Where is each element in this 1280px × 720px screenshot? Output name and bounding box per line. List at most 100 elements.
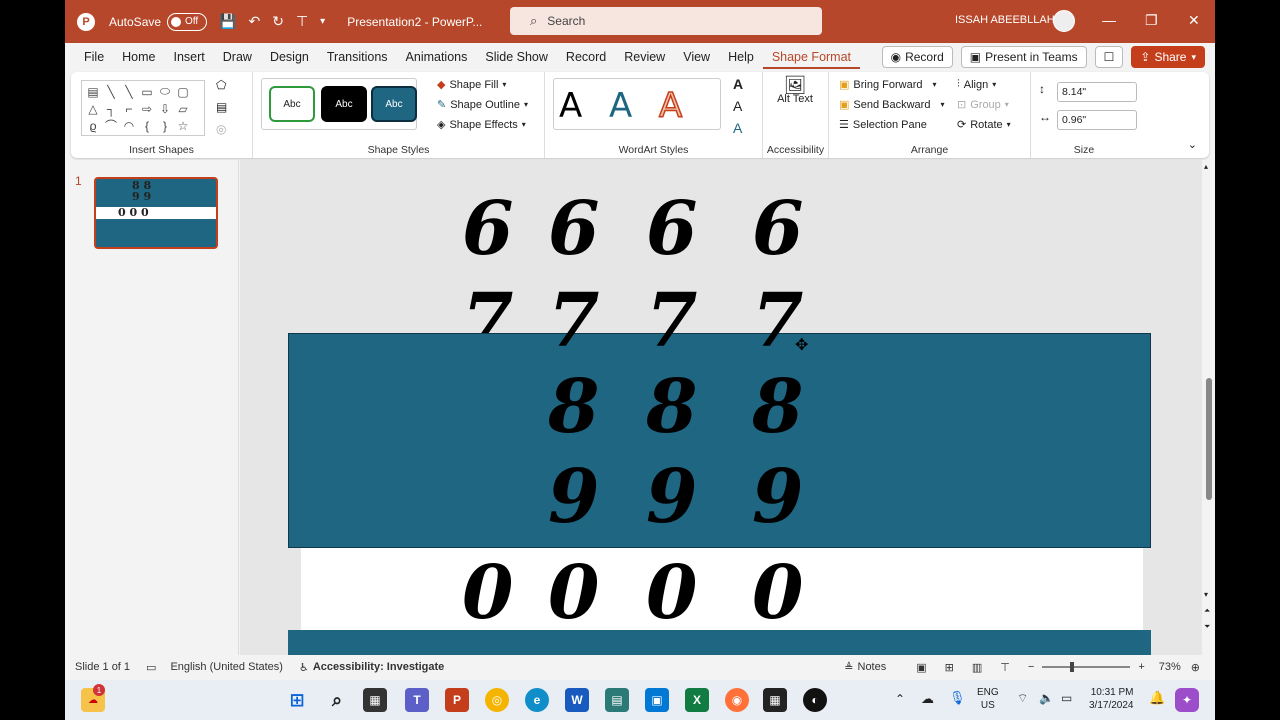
customize-toolbar-icon[interactable]: ▾ [320, 16, 325, 27]
selection-pane-button[interactable]: ☰ Selection Pane [839, 118, 944, 132]
wifi-icon[interactable]: ⌔ [1017, 691, 1028, 706]
clock[interactable]: 10:31 PM 3/17/2024 [1089, 686, 1134, 712]
connector-shape-icon[interactable]: ┐ [102, 100, 120, 117]
teams-icon[interactable]: T [405, 688, 429, 712]
slide-editing-canvas[interactable]: • 6 6 6 6 7 7 7 7 8 8 8 9 9 9 0 0 0 0 ✥ [240, 160, 1202, 655]
arc-shape-icon[interactable]: ◠ [120, 117, 138, 134]
slide-show-icon[interactable]: ⊤ [1000, 661, 1010, 674]
volume-icon[interactable]: 🔈 [1039, 691, 1054, 705]
text-outline-icon[interactable]: A [733, 98, 742, 114]
merge-shapes-icon[interactable]: ◎ [216, 122, 226, 136]
next-slide-icon[interactable]: ⏷ [1204, 622, 1210, 632]
document-title[interactable]: Presentation2 - PowerP... [347, 15, 482, 29]
previous-slide-icon[interactable]: ⏶ [1204, 606, 1210, 616]
language-indicator[interactable]: ENG US [977, 686, 999, 712]
send-backward-button[interactable]: ▣ Send Backward ▾ [839, 98, 944, 112]
arrow-down-shape-icon[interactable]: ⇩ [156, 100, 174, 117]
brace-left-shape-icon[interactable]: { [138, 117, 156, 134]
edge-icon[interactable]: e [525, 688, 549, 712]
line-shape-icon[interactable]: ╲ [102, 83, 120, 100]
tab-view[interactable]: View [674, 50, 719, 64]
zoom-in-icon[interactable]: + [1138, 661, 1144, 673]
onedrive-icon[interactable]: ☁ [921, 691, 934, 707]
search-icon[interactable]: ⌕ [325, 688, 349, 712]
teal-rectangle-shape[interactable] [288, 333, 1151, 548]
tab-slide-show[interactable]: Slide Show [476, 50, 557, 64]
present-from-start-icon[interactable]: ⊤ [296, 13, 308, 30]
tab-review[interactable]: Review [615, 50, 674, 64]
brace-right-shape-icon[interactable]: } [156, 117, 174, 134]
slide-sorter-icon[interactable]: ⊞ [945, 661, 954, 674]
slide-thumbnail[interactable]: 8 89 9 0 0 0 [94, 177, 218, 249]
snip-shape-icon[interactable]: ▱ [174, 100, 192, 117]
wordart-style-orange[interactable]: A [658, 85, 683, 127]
powerpoint-taskbar-icon[interactable]: P [445, 688, 469, 712]
text-effects-icon[interactable]: A [733, 120, 742, 136]
close-button[interactable]: ✕ [1188, 12, 1200, 29]
maximize-button[interactable]: ❐ [1145, 12, 1158, 29]
wordart-style-teal[interactable]: A [609, 86, 632, 126]
tab-home[interactable]: Home [113, 50, 164, 64]
star-shape-icon[interactable]: ☆ [174, 117, 192, 134]
tab-file[interactable]: File [75, 50, 113, 64]
style-fill-black[interactable]: Abc [321, 86, 367, 122]
share-button[interactable]: ⇪ Share ▾ [1131, 46, 1205, 68]
undo-icon[interactable]: ↶ [248, 13, 260, 30]
copilot-icon[interactable]: ✦ [1175, 688, 1199, 712]
shape-outline-button[interactable]: ✎ Shape Outline ▾ [437, 98, 528, 112]
present-in-teams-button[interactable]: ▣ Present in Teams [960, 46, 1087, 68]
word-icon[interactable]: W [565, 688, 589, 712]
shape-width-input[interactable]: 0.96" [1057, 110, 1137, 130]
curve-shape-icon[interactable]: ⌒ [102, 117, 120, 134]
notes-button[interactable]: Notes [858, 661, 887, 673]
chrome-icon[interactable]: ◎ [485, 688, 509, 712]
spelling-icon[interactable]: ▭ [146, 661, 156, 674]
arrow-right-shape-icon[interactable]: ⇨ [138, 100, 156, 117]
battery-icon[interactable]: ▭ [1061, 691, 1072, 705]
obs-icon[interactable]: ◐ [803, 688, 827, 712]
tab-record[interactable]: Record [557, 50, 615, 64]
rounded-rect-shape-icon[interactable]: ▢ [174, 83, 192, 100]
start-icon[interactable]: ⊞ [285, 688, 309, 712]
firefox-icon[interactable]: ◉ [725, 688, 749, 712]
reading-view-icon[interactable]: ▥ [972, 661, 982, 674]
comments-button[interactable]: ☐ [1094, 46, 1124, 68]
screen-tool-icon[interactable]: ▤ [605, 688, 629, 712]
avatar[interactable] [1053, 10, 1075, 32]
freeform-shape-icon[interactable]: ϱ [84, 117, 102, 134]
textbox-shape-icon[interactable]: ▤ [84, 83, 102, 100]
line2-shape-icon[interactable]: ╲ [120, 83, 138, 100]
style-outline-green[interactable]: Abc [269, 86, 315, 122]
group-button[interactable]: ⊡ Group ▾ [957, 98, 1011, 112]
align-button[interactable]: ⫶ Align ▾ [957, 78, 1011, 91]
tab-insert[interactable]: Insert [165, 50, 214, 64]
elbow-shape-icon[interactable]: ⌐ [120, 100, 138, 117]
save-icon[interactable]: 💾 [219, 13, 236, 30]
minimize-button[interactable]: — [1102, 12, 1116, 28]
tray-overflow-icon[interactable]: ⌃ [895, 692, 905, 706]
scroll-up-icon[interactable]: ▴ [1204, 162, 1208, 171]
task-view-icon[interactable]: ▦ [363, 688, 387, 712]
oval-shape-icon[interactable]: ⬭ [156, 83, 174, 100]
wordart-style-black[interactable]: A [559, 86, 582, 126]
text-box-icon[interactable]: ▤ [216, 100, 227, 114]
tab-transitions[interactable]: Transitions [318, 50, 397, 64]
notifications-icon[interactable]: 🔔 [1149, 690, 1165, 706]
zoom-level[interactable]: 73% [1159, 661, 1181, 673]
search-input[interactable]: ⌕ Search [510, 7, 822, 35]
microphone-icon[interactable]: 🎙 [949, 690, 966, 706]
triangle-shape-icon[interactable]: △ [84, 100, 102, 117]
zoom-slider[interactable] [1042, 662, 1131, 672]
language-status[interactable]: English (United States) [170, 661, 283, 673]
accessibility-status[interactable]: Accessibility: Investigate [313, 661, 444, 673]
text-fill-icon[interactable]: A [733, 76, 743, 92]
redo-icon[interactable]: ↻ [272, 13, 284, 30]
tab-help[interactable]: Help [719, 50, 763, 64]
rectangle-shape-icon[interactable]: ▭ [138, 83, 156, 100]
scroll-down-icon[interactable]: ▾ [1204, 590, 1208, 599]
zoom-slider-knob[interactable] [1070, 662, 1075, 672]
excel-icon[interactable]: X [685, 688, 709, 712]
zoom-out-icon[interactable]: − [1028, 661, 1034, 673]
tab-design[interactable]: Design [261, 50, 318, 64]
shape-effects-button[interactable]: ◈ Shape Effects ▾ [437, 118, 528, 132]
